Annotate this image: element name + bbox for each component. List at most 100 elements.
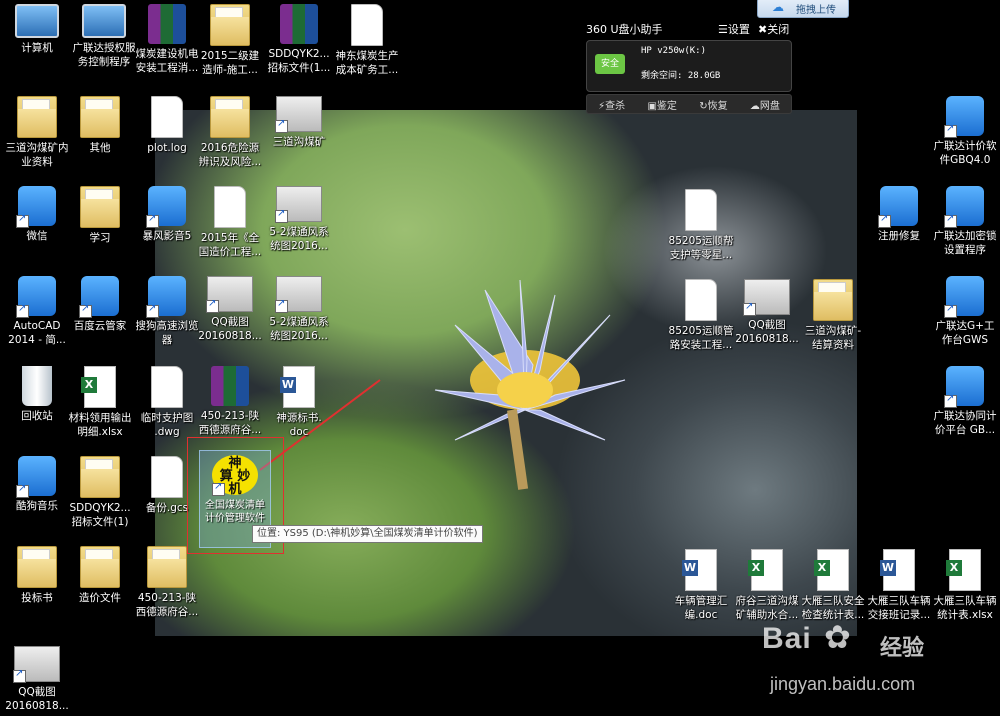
- shot-icon: [275, 96, 322, 133]
- desktop-icon-label: 三道沟煤矿- 结算资料: [804, 325, 862, 351]
- desktop-icon-label: 计算机: [21, 42, 53, 54]
- desktop-icon-label: QQ截图 20160818...: [735, 319, 799, 345]
- desktop-icon[interactable]: QQ截图 20160818...: [730, 279, 804, 346]
- shot-icon: [275, 276, 322, 313]
- drag-upload-button[interactable]: ☁ 拖拽上传: [757, 0, 849, 18]
- desktop-icon[interactable]: 85205运顺管 路安装工程...: [664, 279, 738, 352]
- menu-icon: ☰: [718, 23, 728, 36]
- bin-icon: [22, 366, 52, 406]
- app-icon: [146, 186, 186, 228]
- desktop-icon[interactable]: 广联达G+工 作台GWS: [928, 276, 1000, 347]
- doc-icon: [685, 279, 717, 321]
- identify-button[interactable]: ▣鉴定: [647, 97, 676, 112]
- app-icon: [16, 456, 56, 498]
- doc-icon: [685, 189, 717, 231]
- desktop-icon-label: QQ截图 20160818...: [198, 316, 262, 342]
- shortcut-arrow-icon: [878, 213, 891, 228]
- desktop-icon-label: 注册修复: [878, 230, 920, 242]
- cloud-icon: ☁: [772, 0, 784, 14]
- desktop-icon[interactable]: 学习: [63, 186, 137, 245]
- computer-icon: [15, 4, 59, 38]
- app-icon: [944, 96, 984, 138]
- desktop-icon[interactable]: 2015年《全 国造价工程...: [193, 186, 267, 259]
- cloud-icon: ☁: [749, 100, 760, 112]
- desktop-icon-label: 神源标书. doc: [276, 412, 322, 438]
- excel-icon: X: [81, 366, 116, 408]
- rar-icon: [211, 366, 249, 406]
- desktop-icon-label: 450-213-陕 西德源府谷...: [198, 410, 262, 436]
- excel-icon: X: [814, 549, 849, 591]
- app-icon: [16, 276, 56, 318]
- desktop-icon-label: 广联达加密锁 设置程序: [933, 230, 997, 256]
- desktop-icon-label: 学习: [89, 232, 111, 244]
- desktop-icon-label: 三道沟煤矿: [272, 136, 326, 148]
- cloud-drive-button[interactable]: ☁网盘: [750, 97, 780, 112]
- app-icon: [944, 186, 984, 228]
- folder-icon: [813, 279, 853, 321]
- baidu-jingyan-watermark: Bai ✿ 经验 jingyan.baidu.com: [762, 612, 942, 704]
- watermark-logo: Bai: [762, 622, 812, 655]
- desktop-icon[interactable]: 广联达计价软 件GBQ4.0: [928, 96, 1000, 167]
- desktop-icon[interactable]: W 车辆管理汇 编.doc: [664, 549, 738, 622]
- shortcut-arrow-icon: [743, 301, 756, 316]
- shot-icon: [743, 279, 790, 316]
- rar-icon: [148, 4, 186, 44]
- settings-button[interactable]: ☰设置: [718, 21, 750, 37]
- desktop-icon-label: 百度云管家: [73, 320, 127, 332]
- desktop-icon-label: 广联达计价软 件GBQ4.0: [933, 140, 997, 166]
- desktop-icon[interactable]: SDDQYK2... 招标文件(1...: [262, 4, 336, 75]
- close-button[interactable]: ✖关闭: [758, 21, 789, 37]
- desktop-icon[interactable]: 广联达加密锁 设置程序: [928, 186, 1000, 257]
- desktop-icon[interactable]: QQ截图 20160818...: [0, 646, 74, 713]
- scan-button[interactable]: ⚡查杀: [598, 97, 625, 112]
- shortcut-arrow-icon: [16, 213, 29, 228]
- desktop-icon[interactable]: 其他: [63, 96, 137, 155]
- folder-icon: [17, 96, 57, 138]
- drag-upload-label: 拖拽上传: [796, 5, 836, 16]
- desktop-icon[interactable]: SDDQYK2... 招标文件(1): [63, 456, 137, 529]
- doc-icon: [214, 186, 246, 228]
- desktop-icon[interactable]: 450-213-陕 西德源府谷...: [130, 546, 204, 619]
- desktop-icon-label: 广联达G+工 作台GWS: [935, 320, 995, 346]
- desktop-icon-label: 广联达协同计 价平台 GB...: [933, 410, 997, 436]
- shortcut-arrow-icon: [13, 668, 26, 683]
- desktop-icon[interactable]: 计算机: [0, 4, 74, 55]
- desktop-icon[interactable]: 5-2煤通风系 统图2016...: [262, 186, 336, 253]
- desktop-icon[interactable]: 注册修复: [862, 186, 936, 243]
- u-disk-title: 360 U盘小助手: [586, 23, 663, 36]
- desktop-icon[interactable]: 5-2煤通风系 统图2016...: [262, 276, 336, 343]
- desktop-icon[interactable]: 85205运顺帮 支护等零星...: [664, 189, 738, 262]
- drive-name: HP v250w(K:): [641, 46, 707, 56]
- desktop-icon-label: 2015二级建 造师-施工...: [200, 50, 260, 76]
- app-icon: [944, 366, 984, 408]
- desktop-icon-label: 5-2煤通风系 统图2016...: [269, 226, 329, 252]
- app-icon: [944, 276, 984, 318]
- desktop-icon[interactable]: 造价文件: [63, 546, 137, 605]
- disk-icon: ▣: [647, 100, 657, 112]
- desktop-icon[interactable]: W 神源标书. doc: [262, 366, 336, 439]
- desktop-icon[interactable]: 2016危险源 辨识及风险...: [193, 96, 267, 169]
- desktop-icon[interactable]: 广联达协同计 价平台 GB...: [928, 366, 1000, 437]
- shortcut-arrow-icon: [944, 123, 957, 138]
- desktop-icon[interactable]: 三道沟煤矿- 结算资料: [796, 279, 870, 352]
- app-icon: [878, 186, 918, 228]
- word-icon: W: [880, 549, 915, 591]
- desktop-icon[interactable]: 450-213-陕 西德源府谷...: [193, 366, 267, 437]
- folder-icon: [210, 4, 250, 46]
- restore-button[interactable]: ↻恢复: [699, 97, 727, 112]
- doc-icon: [351, 4, 383, 46]
- desktop-icon[interactable]: 百度云管家: [63, 276, 137, 333]
- desktop-icon-label: SDDQYK2... 招标文件(1): [69, 502, 131, 528]
- desktop-icon[interactable]: 2015二级建 造师-施工...: [193, 4, 267, 77]
- shortcut-arrow-icon: [944, 213, 957, 228]
- desktop-icon-label: 2015年《全 国造价工程...: [198, 232, 262, 258]
- desktop-icon-label: 450-213-陕 西德源府谷...: [135, 592, 199, 618]
- shortcut-arrow-icon: [206, 298, 219, 313]
- desktop-icon-label: 其他: [89, 142, 111, 154]
- desktop-icon[interactable]: 三道沟煤矿: [262, 96, 336, 149]
- desktop-icon[interactable]: 神东煤炭生产 成本矿务工...: [330, 4, 404, 77]
- rar-icon: [280, 4, 318, 44]
- shot-icon: [13, 646, 60, 683]
- desktop-icon[interactable]: QQ截图 20160818...: [193, 276, 267, 343]
- desktop-icon[interactable]: X 材料领用输出 明细.xlsx: [63, 366, 137, 439]
